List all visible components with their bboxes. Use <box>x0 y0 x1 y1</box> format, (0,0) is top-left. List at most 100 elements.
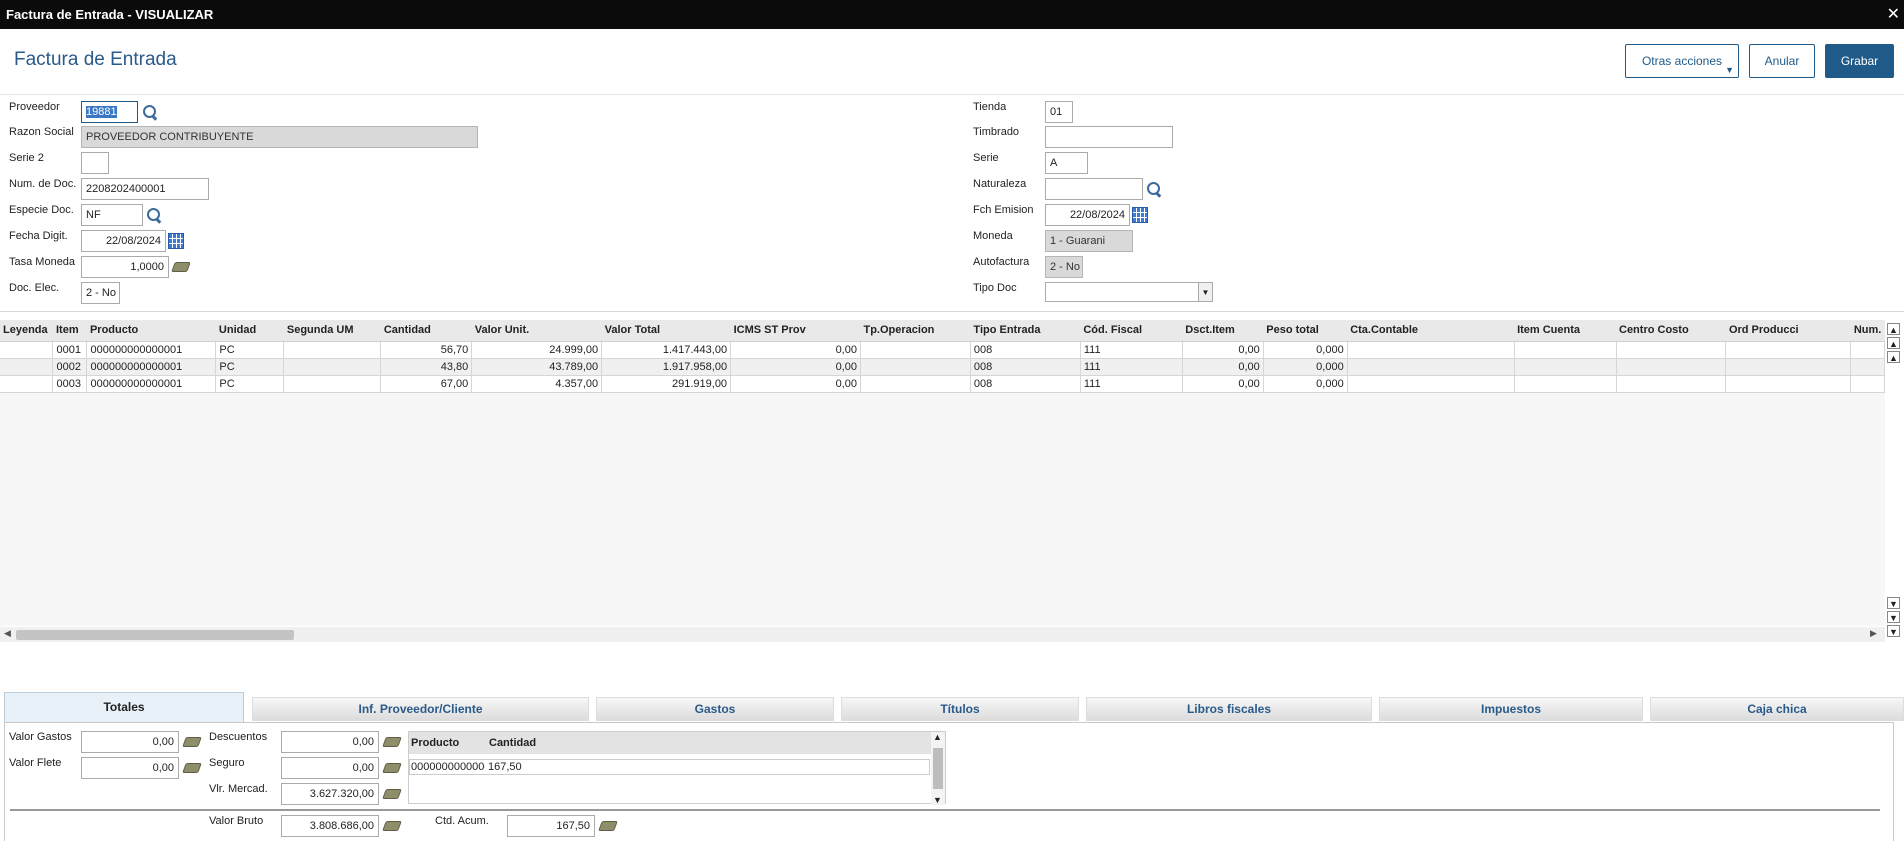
table-cell[interactable]: 008 <box>970 341 1081 359</box>
scroll-up-icon[interactable]: ▲ <box>933 732 942 742</box>
scroll-page-up-icon[interactable]: ▲ <box>1887 337 1900 349</box>
grid-column-header[interactable]: Cantidad <box>380 320 472 342</box>
table-cell[interactable]: 0002 <box>52 358 88 376</box>
summary-row[interactable]: 000000000000001 167,50 <box>409 759 930 775</box>
horizontal-scroll-thumb[interactable] <box>16 630 294 640</box>
grid-column-header[interactable]: Valor Total <box>601 320 731 342</box>
table-cell[interactable]: 0,00 <box>730 341 861 359</box>
table-cell[interactable] <box>0 375 54 393</box>
table-cell[interactable]: 291.919,00 <box>601 375 732 393</box>
grid-column-header[interactable]: Leyenda <box>0 320 53 342</box>
table-cell[interactable] <box>1347 358 1515 376</box>
table-row[interactable]: 0003 000000000000001 PC 67,00 4.357,00 291.91… <box>0 375 1885 393</box>
naturaleza-field[interactable] <box>1045 178 1143 200</box>
tab-impuestos[interactable]: Impuestos <box>1379 697 1643 721</box>
close-icon[interactable]: ✕ <box>1887 0 1900 29</box>
grid-column-header[interactable]: Peso total <box>1263 320 1348 342</box>
table-cell[interactable]: 008 <box>970 358 1081 376</box>
table-cell[interactable] <box>860 341 971 359</box>
table-cell[interactable]: 1.917.958,00 <box>601 358 732 376</box>
table-cell[interactable]: 0,00 <box>1182 341 1264 359</box>
calendar-icon[interactable] <box>1132 207 1148 223</box>
table-cell[interactable] <box>1725 341 1852 359</box>
table-cell[interactable] <box>0 358 54 376</box>
grid-column-header[interactable]: Valor Unit. <box>471 320 602 342</box>
calendar-icon[interactable] <box>168 233 184 249</box>
summary-scroll-thumb[interactable] <box>933 748 943 789</box>
tasa-moneda-field[interactable]: 1,0000 <box>81 256 169 278</box>
tipo-doc-select[interactable]: ▼ <box>1045 282 1213 302</box>
chevron-down-icon[interactable]: ▼ <box>1198 283 1212 301</box>
grid-column-header[interactable]: Tipo Entrada <box>970 320 1081 342</box>
more-actions-button[interactable]: Otras acciones ▼ <box>1625 44 1739 78</box>
table-cell[interactable]: 000000000000001 <box>86 341 217 359</box>
table-cell[interactable]: 0,000 <box>1263 358 1348 376</box>
grid-column-header[interactable]: Cta.Contable <box>1347 320 1515 342</box>
table-cell[interactable]: 56,70 <box>380 341 473 359</box>
scroll-top-icon[interactable]: ▲ <box>1887 323 1900 335</box>
seguro-field[interactable]: 0,00 <box>281 757 379 779</box>
tab-titulos[interactable]: Títulos <box>841 697 1079 721</box>
valor-gastos-field[interactable]: 0,00 <box>81 731 179 753</box>
scroll-page-down-icon[interactable]: ▼ <box>1887 611 1900 623</box>
scroll-down-icon[interactable]: ▼ <box>933 795 942 805</box>
table-cell[interactable]: 0,00 <box>730 375 861 393</box>
money-icon[interactable] <box>171 262 191 272</box>
product-summary-grid[interactable]: Producto Cantidad 000000000000001 167,50… <box>408 731 946 805</box>
table-cell[interactable]: 43,80 <box>380 358 473 376</box>
search-icon[interactable] <box>146 207 162 223</box>
table-cell[interactable] <box>1850 358 1885 376</box>
grid-column-header[interactable]: ICMS ST Prov <box>730 320 861 342</box>
table-cell[interactable]: 0,000 <box>1263 375 1348 393</box>
table-cell[interactable]: 111 <box>1080 358 1183 376</box>
table-cell[interactable]: PC <box>215 375 285 393</box>
ctd-acum-field[interactable]: 167,50 <box>507 815 595 837</box>
tienda-field[interactable]: 01 <box>1045 101 1073 123</box>
table-cell[interactable] <box>0 341 54 359</box>
scroll-up-icon[interactable]: ▲ <box>1887 351 1900 363</box>
descuentos-field[interactable]: 0,00 <box>281 731 379 753</box>
grid-column-header[interactable]: Centro Costo <box>1616 320 1726 342</box>
table-cell[interactable]: 000000000000001 <box>86 358 217 376</box>
table-cell[interactable]: PC <box>215 358 285 376</box>
table-cell[interactable]: 000000000000001 <box>86 375 217 393</box>
grid-column-header[interactable]: Cód. Fiscal <box>1080 320 1183 342</box>
table-cell[interactable] <box>1514 341 1617 359</box>
serie2-field[interactable] <box>81 152 109 174</box>
table-cell[interactable]: 0001 <box>52 341 88 359</box>
table-cell[interactable] <box>860 358 971 376</box>
search-icon[interactable] <box>142 104 158 120</box>
table-cell[interactable] <box>1616 358 1727 376</box>
table-cell[interactable] <box>1514 358 1617 376</box>
fecha-digit-field[interactable]: 22/08/2024 <box>81 230 166 252</box>
table-cell[interactable]: 43.789,00 <box>471 358 603 376</box>
table-cell[interactable]: 111 <box>1080 375 1183 393</box>
tab-libros-fiscales[interactable]: Libros fiscales <box>1086 697 1372 721</box>
table-cell[interactable] <box>1850 341 1885 359</box>
table-cell[interactable] <box>1725 375 1852 393</box>
table-cell[interactable] <box>1347 375 1515 393</box>
table-cell[interactable]: 67,00 <box>380 375 473 393</box>
num-doc-field[interactable]: 2208202400001 <box>81 178 209 200</box>
items-grid[interactable]: Leyenda Item Producto Unidad Segunda UM Canti… <box>0 320 1885 626</box>
table-cell[interactable]: 0,000 <box>1263 341 1348 359</box>
table-cell[interactable] <box>1725 358 1852 376</box>
table-cell[interactable]: 4.357,00 <box>471 375 603 393</box>
scroll-left-icon[interactable]: ◀ <box>4 628 11 639</box>
table-cell[interactable]: PC <box>215 341 285 359</box>
table-cell[interactable] <box>283 341 382 359</box>
scroll-bottom-icon[interactable]: ▼ <box>1887 625 1900 637</box>
grid-column-header[interactable]: Tp.Operacion <box>860 320 971 342</box>
tab-gastos[interactable]: Gastos <box>596 697 834 721</box>
tab-totales[interactable]: Totales <box>4 692 244 722</box>
grid-column-header[interactable]: Producto <box>86 320 216 342</box>
save-button[interactable]: Grabar <box>1825 44 1894 78</box>
table-row[interactable]: 0001 000000000000001 PC 56,70 24.999,00 1.417… <box>0 341 1885 359</box>
cancel-button[interactable]: Anular <box>1749 44 1815 78</box>
grid-column-header[interactable]: Num. <box>1850 320 1885 342</box>
grid-horizontal-scrollbar[interactable]: ◀ ▶ <box>0 627 1885 642</box>
grid-column-header[interactable]: Dsct.Item <box>1182 320 1264 342</box>
table-cell[interactable] <box>283 358 382 376</box>
table-row[interactable]: 0002 000000000000001 PC 43,80 43.789,00 1.917… <box>0 358 1885 376</box>
valor-flete-field[interactable]: 0,00 <box>81 757 179 779</box>
